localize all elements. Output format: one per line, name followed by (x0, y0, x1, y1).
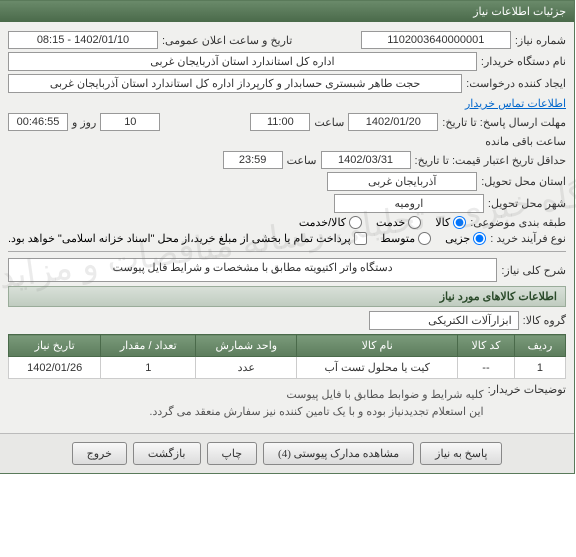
subject-radio-group: کالا خدمت کالا/خدمت (300, 216, 467, 229)
button-bar: پاسخ به نیاز مشاهده مدارک پیوستی (4) چاپ… (1, 433, 575, 473)
treasury-note: پرداخت تمام یا بخشی از مبلغ خرید،از محل … (9, 232, 352, 245)
table-cell-qty: 1 (102, 357, 197, 379)
subject-label-2: کالا/خدمت (300, 216, 347, 229)
val-price-valid-time: 23:59 (224, 151, 284, 169)
back-button[interactable]: بازگشت (134, 442, 202, 465)
subject-label-1: خدمت (377, 216, 406, 229)
subject-option-0[interactable]: کالا (436, 216, 467, 229)
lbl-days-and: روز و (73, 116, 97, 129)
goods-table: ردیفکد کالانام کالاواحد شمارشتعداد / مقد… (9, 334, 567, 379)
val-price-valid-date: 1402/03/31 (322, 151, 412, 169)
lbl-goods-group: گروه کالا: (524, 314, 567, 327)
table-cell-no: 1 (515, 357, 566, 379)
lbl-at-time-1: ساعت (315, 116, 345, 129)
separator (9, 251, 567, 252)
val-announce: 1402/01/10 - 08:15 (9, 31, 159, 49)
lbl-buyer-notes: توضیحات خریدار: (489, 383, 567, 396)
subject-option-1[interactable]: خدمت (377, 216, 422, 229)
val-req-no: 1102003640000001 (362, 31, 512, 49)
val-requester: حجت طاهر شبستری حسابدار و کارپرداز اداره… (9, 74, 463, 93)
table-header: کد کالا (459, 335, 516, 357)
val-province: آذربایجان غربی (328, 172, 478, 191)
treasury-checkbox[interactable] (355, 232, 368, 245)
table-row[interactable]: 1--کیت یا محلول تست آبعدد11402/01/26 (10, 357, 567, 379)
table-cell-date: 1402/01/26 (10, 357, 102, 379)
table-header: تاریخ نیاز (10, 335, 102, 357)
lbl-buyer-org: نام دستگاه خریدار: (482, 55, 567, 68)
purchase-option-1[interactable]: متوسط (382, 232, 433, 245)
lbl-deadline: مهلت ارسال پاسخ: تا تاریخ: (443, 116, 567, 129)
lbl-req-no: شماره نیاز: (516, 34, 567, 47)
purchase-radio-1[interactable] (419, 232, 432, 245)
table-cell-unit: عدد (197, 357, 298, 379)
table-header: تعداد / مقدار (102, 335, 197, 357)
lbl-purchase-proc: نوع فرآیند خرید : (491, 232, 567, 245)
subject-radio-0[interactable] (454, 216, 467, 229)
val-time-left: 00:46:55 (9, 113, 69, 131)
contact-info-link[interactable]: اطلاعات تماس خریدار (466, 97, 567, 110)
table-header: ردیف (515, 335, 566, 357)
print-button[interactable]: چاپ (208, 442, 259, 465)
table-header: واحد شمارش (197, 335, 298, 357)
purchase-label-1: متوسط (382, 232, 417, 245)
goods-info-header: اطلاعات کالاهای مورد نیاز (9, 286, 567, 307)
val-deadline-time: 11:00 (251, 113, 311, 131)
purchase-radio-group: جزیی متوسط (382, 232, 488, 245)
lbl-remaining: ساعت باقی مانده (486, 135, 567, 148)
purchase-label-0: جزیی (446, 232, 471, 245)
lbl-announce: تاریخ و ساعت اعلان عمومی: (163, 34, 293, 47)
purchase-radio-0[interactable] (474, 232, 487, 245)
lbl-price-valid: حداقل تاریخ اعتبار قیمت: تا تاریخ: (416, 154, 567, 167)
val-city: ارومیه (335, 194, 485, 213)
val-buyer-notes: کلیه شرایط و ضوابط مطابق با فایل پیوستای… (150, 383, 484, 424)
exit-button[interactable]: خروج (73, 442, 128, 465)
val-desc[interactable] (9, 258, 498, 282)
table-cell-code: -- (459, 357, 516, 379)
val-buyer-org: اداره کل استاندارد استان آذربایجان غربی (9, 52, 478, 71)
val-days-left: 10 (101, 113, 161, 131)
lbl-requester: ایجاد کننده درخواست: (467, 77, 567, 90)
panel-title: جزئیات اطلاعات نیاز (1, 1, 575, 22)
lbl-subject-cat: طبقه بندی موضوعی: (471, 216, 567, 229)
val-deadline-date: 1402/01/20 (349, 113, 439, 131)
subject-option-2[interactable]: کالا/خدمت (300, 216, 363, 229)
table-header: نام کالا (298, 335, 459, 357)
attachments-button[interactable]: مشاهده مدارک پیوستی (4) (264, 442, 415, 465)
purchase-option-0[interactable]: جزیی (446, 232, 487, 245)
lbl-city: شهر محل تحویل: (489, 197, 567, 210)
subject-radio-2[interactable] (350, 216, 363, 229)
subject-radio-1[interactable] (409, 216, 422, 229)
val-goods-group: ابزارآلات الکتریکی (370, 311, 520, 330)
respond-button[interactable]: پاسخ به نیاز (421, 442, 503, 465)
lbl-at-time-2: ساعت (288, 154, 318, 167)
subject-label-0: کالا (436, 216, 451, 229)
lbl-desc: شرح کلی نیاز: (502, 264, 567, 277)
treasury-checkbox-item[interactable]: پرداخت تمام یا بخشی از مبلغ خرید،از محل … (9, 232, 368, 245)
table-cell-name: کیت یا محلول تست آب (298, 357, 459, 379)
lbl-province: استان محل تحویل: (482, 175, 567, 188)
